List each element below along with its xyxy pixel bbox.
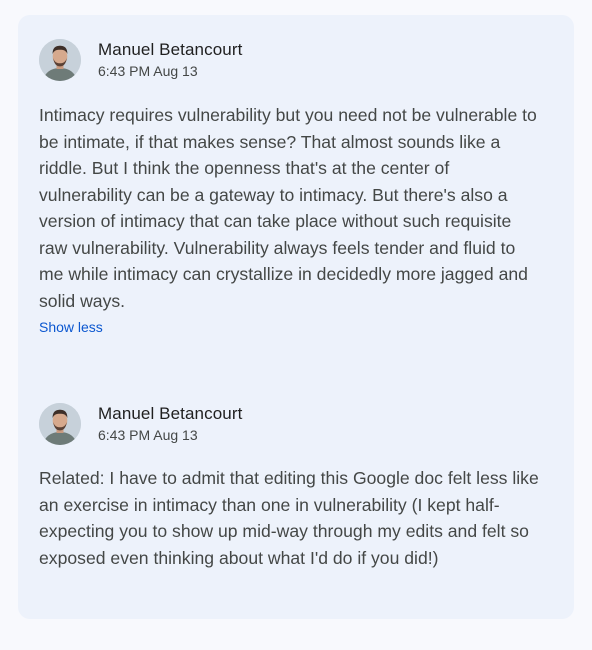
person-avatar-icon bbox=[39, 403, 81, 445]
comment-timestamp[interactable]: 6:43 PM Aug 13 bbox=[98, 63, 198, 79]
comment: Manuel Betancourt 6:43 PM Aug 13 Related… bbox=[39, 403, 554, 571]
comment-author: Manuel Betancourt bbox=[98, 40, 243, 59]
comment: Manuel Betancourt 6:43 PM Aug 13 Intimac… bbox=[39, 39, 554, 337]
comment-header: Manuel Betancourt 6:43 PM Aug 13 bbox=[39, 39, 554, 83]
comment-header: Manuel Betancourt 6:43 PM Aug 13 bbox=[39, 403, 554, 447]
comment-text: Related: I have to admit that editing th… bbox=[39, 468, 539, 568]
comment-timestamp[interactable]: 6:43 PM Aug 13 bbox=[98, 427, 198, 443]
comment-author: Manuel Betancourt bbox=[98, 404, 243, 423]
avatar[interactable] bbox=[39, 39, 81, 81]
person-avatar-icon bbox=[39, 39, 81, 81]
show-less-link[interactable]: Show less bbox=[39, 319, 103, 335]
comment-thread-card: Manuel Betancourt 6:43 PM Aug 13 Intimac… bbox=[18, 15, 574, 619]
avatar[interactable] bbox=[39, 403, 81, 445]
comment-text: Intimacy requires vulnerability but you … bbox=[39, 105, 537, 311]
